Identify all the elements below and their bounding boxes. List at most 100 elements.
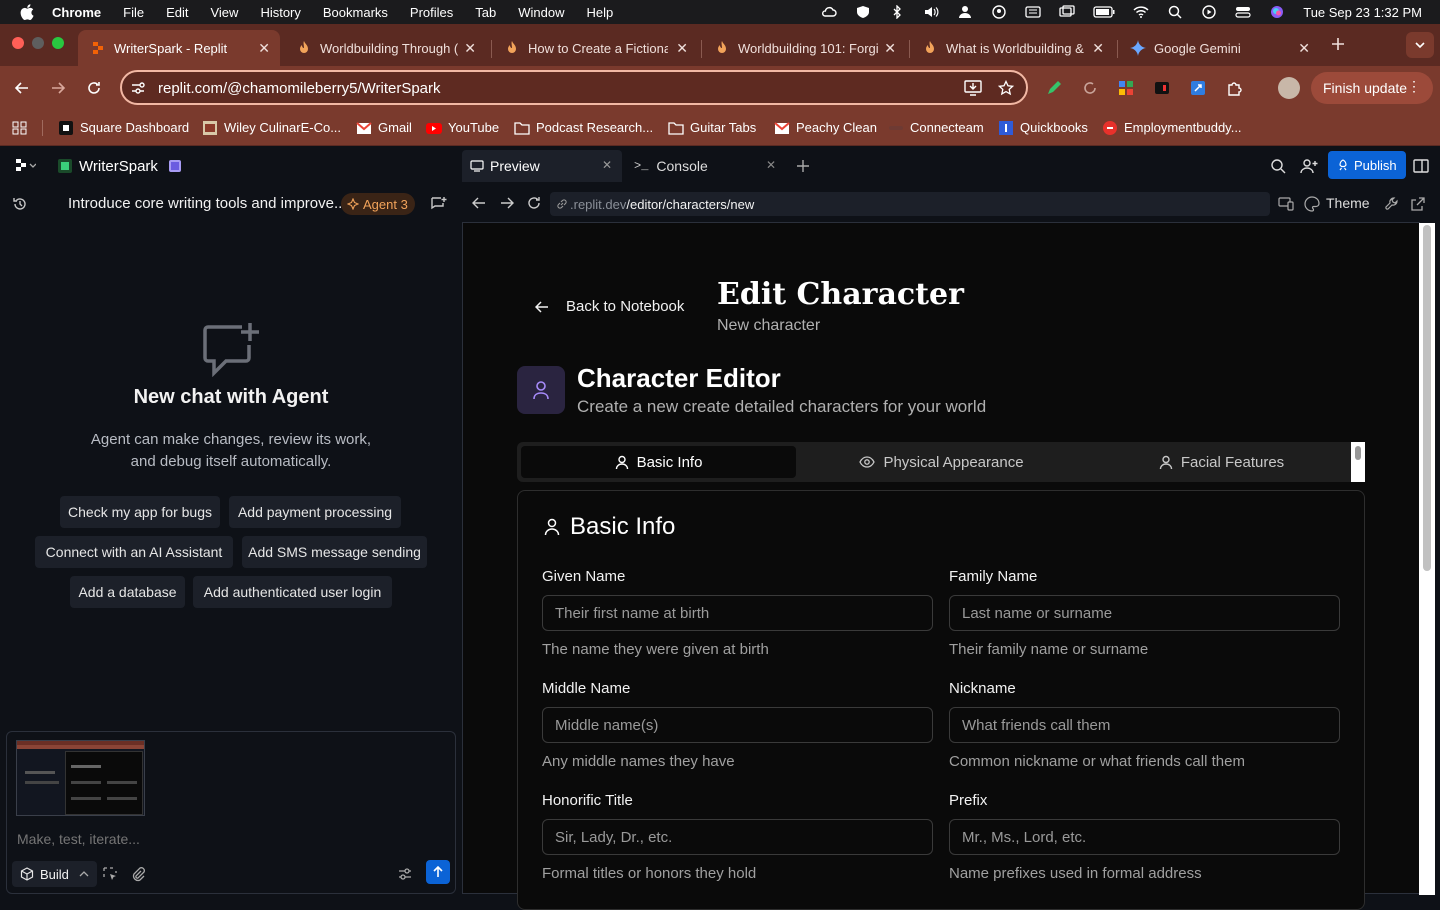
extension-grid-icon[interactable]: [1118, 80, 1134, 96]
honorific-title-input[interactable]: [543, 820, 932, 854]
tab-search-button[interactable]: [1406, 32, 1434, 58]
browser-tab-what-is-worldbuilding[interactable]: What is Worldbuilding & ✕: [910, 30, 1114, 66]
display-icon[interactable]: [1059, 5, 1075, 19]
account-circle-icon[interactable]: [991, 5, 1007, 19]
extensions-puzzle-icon[interactable]: [1226, 79, 1244, 97]
search-icon[interactable]: [1270, 158, 1286, 174]
close-icon[interactable]: ✕: [1092, 40, 1104, 57]
browser-tab-worldbuilding-through[interactable]: Worldbuilding Through ( ✕: [284, 30, 486, 66]
paperclip-icon[interactable]: [130, 866, 146, 882]
shield-icon[interactable]: [855, 5, 871, 19]
send-button[interactable]: [426, 860, 450, 884]
window-minimize-button[interactable]: [32, 37, 44, 49]
preview-scrollbar-thumb[interactable]: [1423, 225, 1431, 571]
bookmark-youtube[interactable]: YouTube: [426, 120, 499, 135]
tabs-scrollbar[interactable]: [1351, 442, 1365, 482]
apple-icon[interactable]: [18, 4, 36, 20]
menu-edit[interactable]: Edit: [166, 5, 188, 20]
new-chat-icon[interactable]: [430, 196, 448, 212]
pane-tab-preview[interactable]: Preview ✕: [462, 150, 622, 182]
play-circle-icon[interactable]: [1201, 5, 1217, 19]
forward-arrow-icon[interactable]: [50, 80, 66, 96]
preview-back-icon[interactable]: [472, 197, 486, 209]
publish-button[interactable]: Publish: [1328, 151, 1406, 179]
wifi-icon[interactable]: [1133, 5, 1149, 19]
menu-bookmarks[interactable]: Bookmarks: [323, 5, 388, 20]
preview-reload-icon[interactable]: [527, 196, 541, 210]
open-external-icon[interactable]: [1410, 196, 1426, 212]
bookmark-star-icon[interactable]: [998, 80, 1014, 96]
menu-tab[interactable]: Tab: [475, 5, 496, 20]
suggestion-add-database[interactable]: Add a database: [70, 576, 185, 608]
bookmark-employmentbuddy[interactable]: Employmentbuddy...: [1102, 120, 1242, 135]
suggestion-user-login[interactable]: Add authenticated user login: [193, 576, 392, 608]
menu-window[interactable]: Window: [518, 5, 564, 20]
battery-icon[interactable]: [1093, 5, 1115, 19]
invite-user-icon[interactable]: [1300, 158, 1318, 174]
bookmark-connecteam[interactable]: Connecteam: [888, 120, 984, 135]
select-element-icon[interactable]: [102, 866, 118, 882]
bookmark-quickbooks[interactable]: Quickbooks: [998, 120, 1088, 135]
family-name-field[interactable]: [949, 595, 1340, 631]
given-name-input[interactable]: [543, 596, 932, 630]
honorific-title-field[interactable]: [542, 819, 933, 855]
chat-title[interactable]: Introduce core writing tools and improve…: [68, 195, 346, 212]
suggestion-payment-processing[interactable]: Add payment processing: [229, 496, 401, 528]
menu-history[interactable]: History: [260, 5, 300, 20]
menu-app-name[interactable]: Chrome: [52, 5, 101, 20]
address-bar[interactable]: replit.com/@chamomileberry5/WriterSpark: [120, 70, 1028, 105]
replit-logo-icon[interactable]: [14, 158, 36, 174]
finish-update-button[interactable]: Finish update ⋮: [1311, 72, 1433, 104]
back-arrow-icon[interactable]: [14, 80, 30, 96]
nickname-input[interactable]: [950, 708, 1339, 742]
tab-facial-features[interactable]: Facial Features: [1084, 446, 1359, 478]
browser-tab-google-gemini[interactable]: Google Gemini ✕: [1118, 30, 1320, 66]
middle-name-field[interactable]: [542, 707, 933, 743]
prefix-input[interactable]: [950, 820, 1339, 854]
given-name-field[interactable]: [542, 595, 933, 631]
reload-icon[interactable]: [86, 80, 102, 96]
profile-avatar[interactable]: [1278, 77, 1300, 99]
close-icon[interactable]: ✕: [884, 40, 896, 57]
extension-loader-icon[interactable]: [1082, 80, 1098, 96]
bookmark-gmail[interactable]: Gmail: [356, 120, 412, 135]
devices-icon[interactable]: [1278, 197, 1294, 211]
close-icon[interactable]: ✕: [766, 158, 776, 172]
menu-file[interactable]: File: [123, 5, 144, 20]
preview-forward-icon[interactable]: [500, 197, 514, 209]
history-icon[interactable]: [12, 196, 28, 212]
family-name-input[interactable]: [950, 596, 1339, 630]
close-icon[interactable]: ✕: [1298, 40, 1310, 57]
extension-link-icon[interactable]: [1190, 80, 1206, 96]
close-icon[interactable]: ✕: [258, 40, 270, 57]
bookmark-wiley-culinare[interactable]: Wiley CulinarE-Co...: [202, 120, 341, 135]
theme-label[interactable]: Theme: [1326, 195, 1370, 211]
arrow-left-icon[interactable]: [535, 301, 549, 313]
control-center-icon[interactable]: [1235, 5, 1251, 19]
preview-url-bar[interactable]: .replit.dev /editor/characters/new: [550, 192, 1270, 216]
menu-profiles[interactable]: Profiles: [410, 5, 453, 20]
middle-name-input[interactable]: [543, 708, 932, 742]
volume-icon[interactable]: [923, 5, 939, 19]
tab-basic-info[interactable]: Basic Info: [521, 446, 796, 478]
menu-view[interactable]: View: [210, 5, 238, 20]
browser-tab-writerspark[interactable]: WriterSpark - Replit ✕: [78, 30, 280, 66]
add-tab-plus-icon[interactable]: [796, 159, 810, 173]
nickname-field[interactable]: [949, 707, 1340, 743]
palette-icon[interactable]: [1304, 196, 1320, 212]
site-settings-icon[interactable]: [130, 80, 146, 96]
siri-icon[interactable]: [1269, 5, 1285, 19]
build-mode-button[interactable]: Build: [12, 861, 97, 887]
project-name[interactable]: WriterSpark: [79, 158, 158, 175]
preview-scrollbar[interactable]: [1419, 223, 1435, 895]
suggestion-sms-sending[interactable]: Add SMS message sending: [242, 536, 427, 568]
search-icon[interactable]: [1167, 5, 1183, 19]
bookmark-guitar-tabs[interactable]: Guitar Tabs: [668, 120, 756, 135]
window-close-button[interactable]: [12, 37, 24, 49]
agent-prompt-input[interactable]: [17, 828, 437, 850]
install-app-icon[interactable]: [964, 80, 982, 96]
close-icon[interactable]: ✕: [676, 40, 688, 57]
back-to-notebook-link[interactable]: Back to Notebook: [566, 298, 684, 315]
suggestion-check-bugs[interactable]: Check my app for bugs: [60, 496, 220, 528]
apps-grid-icon[interactable]: [12, 121, 28, 135]
